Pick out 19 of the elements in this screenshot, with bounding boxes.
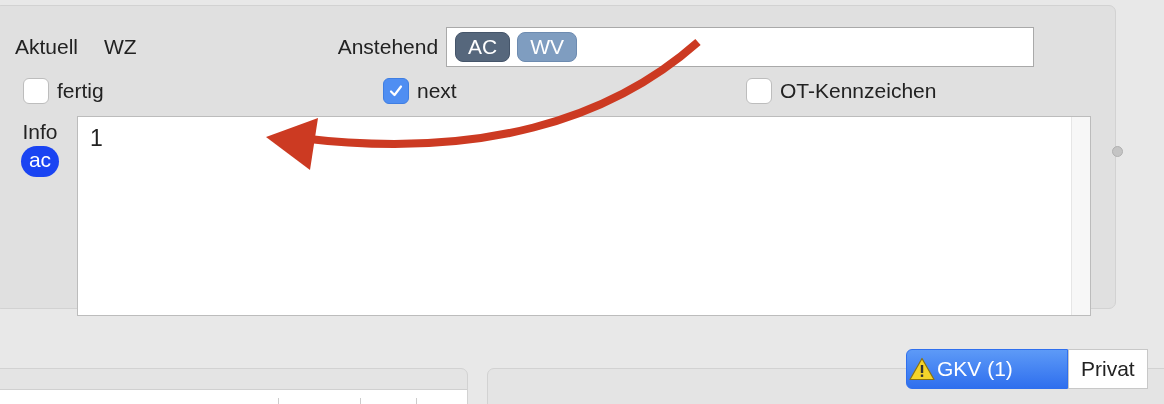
current-value: WZ [104, 35, 137, 59]
info-label: Info [22, 120, 58, 144]
token[interactable]: AC [455, 32, 511, 62]
info-badge: ac [20, 146, 60, 177]
checkbox-label: next [417, 79, 457, 103]
segment-button[interactable]: GKV (1) [906, 349, 1068, 389]
info-text: 1 [90, 125, 103, 153]
check-icon [388, 83, 404, 99]
checkbox-label: fertig [57, 79, 104, 103]
resize-handle[interactable] [1112, 146, 1123, 157]
segment-button[interactable]: Privat [1068, 349, 1148, 389]
checkbox[interactable] [383, 78, 409, 104]
checkbox-label: OT-Kennzeichen [780, 79, 937, 103]
checkbox[interactable] [23, 78, 49, 104]
pending-field[interactable]: AC WV [446, 27, 1035, 67]
checkbox[interactable] [746, 78, 772, 104]
pending-label: Anstehend [337, 35, 439, 59]
info-text-area[interactable]: 1 [77, 116, 1091, 316]
current-label: Aktuell [15, 35, 79, 59]
